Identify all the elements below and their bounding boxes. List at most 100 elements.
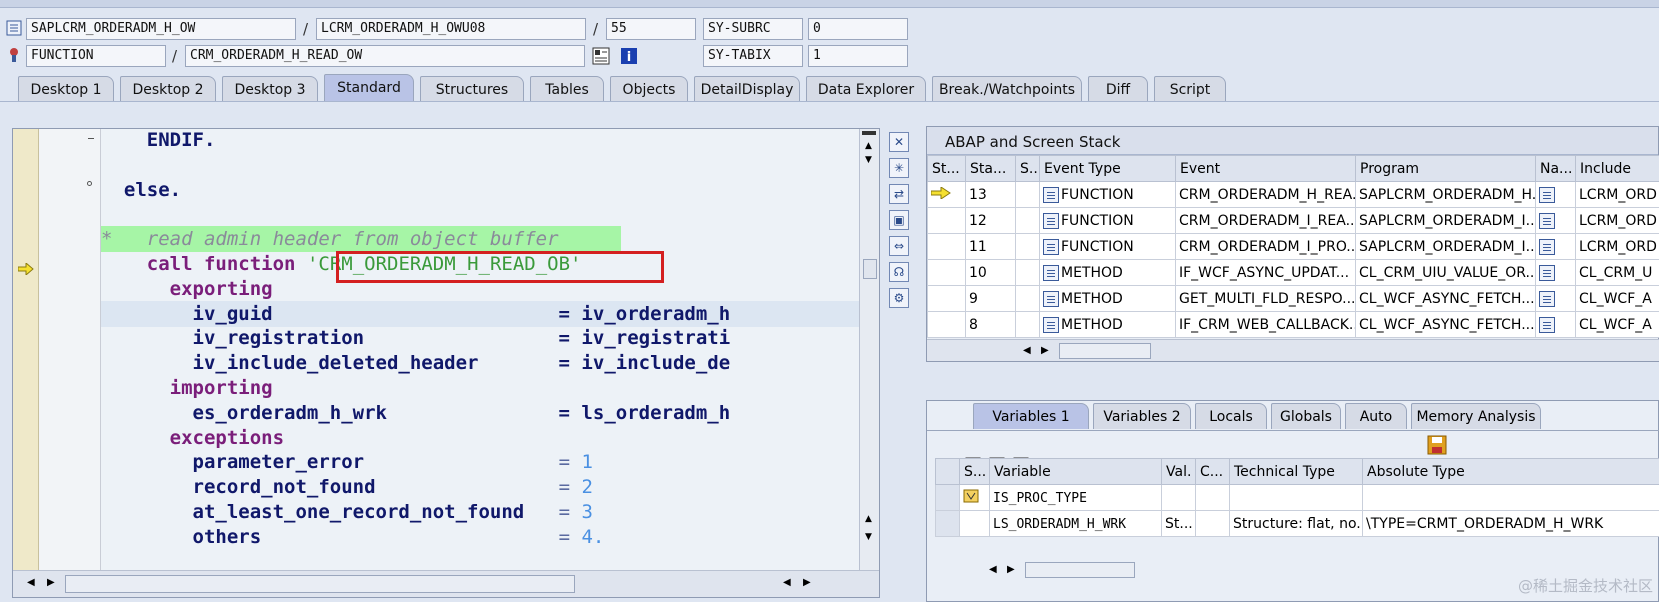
variable-row[interactable]: LS_ORDERADM_H_WRK St... Structure: flat, n… <box>935 510 1659 537</box>
scroll-right-icon[interactable]: ▶ <box>1041 345 1049 356</box>
function-name-field[interactable]: CRM_ORDERADM_H_READ_OW <box>185 45 585 67</box>
tab-structures[interactable]: Structures <box>420 76 524 102</box>
scroll-right-icon[interactable]: ▶ <box>1007 564 1015 575</box>
stack-cell[interactable] <box>927 285 966 312</box>
stack-cell[interactable] <box>927 233 966 260</box>
settings-tool-icon[interactable]: ⚙ <box>889 288 909 308</box>
stack-cell[interactable]: CRM_ORDERADM_H_REA... <box>1175 181 1356 208</box>
stack-cell[interactable] <box>927 259 966 286</box>
stack-row[interactable]: 13 FUNCTION CRM_ORDERADM_H_REA... SAPLCRM_O… <box>927 181 1659 208</box>
stack-cell[interactable] <box>1535 181 1576 208</box>
tab-objects[interactable]: Objects <box>610 76 688 102</box>
vars-tab-auto[interactable]: Auto <box>1345 403 1407 429</box>
variable-cell[interactable] <box>1195 510 1230 537</box>
stack-column-header[interactable]: Event Type <box>1039 155 1176 182</box>
stack-cell[interactable]: CL_WCF_A <box>1575 311 1659 338</box>
variable-cell[interactable]: IS_PROC_TYPE <box>989 484 1162 511</box>
navigate-source-icon[interactable] <box>1539 264 1555 281</box>
scroll-right-icon[interactable]: ▶ <box>47 577 55 588</box>
service-tool-icon[interactable]: ☊ <box>889 262 909 282</box>
stack-cell[interactable] <box>927 207 966 234</box>
tab-standard[interactable]: Standard <box>324 74 414 102</box>
stack-row[interactable]: 12 FUNCTION CRM_ORDERADM_I_REA... SAPLCRM_O… <box>927 207 1659 234</box>
vars-tab-memory-analysis[interactable]: Memory Analysis <box>1411 403 1541 429</box>
stack-cell[interactable] <box>1015 233 1040 260</box>
code-line[interactable]: parameter_error = 1 <box>101 449 871 475</box>
tab-desktop-1[interactable]: Desktop 1 <box>18 76 114 102</box>
stack-cell[interactable]: 11 <box>965 233 1016 260</box>
stack-cell[interactable]: CRM_ORDERADM_I_PRO... <box>1175 233 1356 260</box>
code-line[interactable]: iv_registration = iv_registrati <box>101 325 871 351</box>
code-line[interactable]: at_least_one_record_not_found = 3 <box>101 499 871 525</box>
tab-desktop-3[interactable]: Desktop 3 <box>222 76 318 102</box>
tab-diff[interactable]: Diff <box>1088 76 1148 102</box>
stack-horizontal-scrollbar[interactable]: ◀ ▶ <box>927 339 1659 361</box>
editor-horizontal-scrollbar[interactable]: ◀ ▶ ◀ ▶ <box>13 570 879 597</box>
scroll-thumb[interactable] <box>1025 562 1135 578</box>
stack-cell[interactable] <box>1535 207 1576 234</box>
stack-cell[interactable]: LCRM_ORD <box>1575 181 1659 208</box>
close-icon[interactable]: ✕ <box>889 132 909 152</box>
variable-cell[interactable] <box>935 484 960 511</box>
stack-cell[interactable] <box>1535 233 1576 260</box>
stack-cell[interactable]: IF_WCF_ASYNC_UPDAT... <box>1175 259 1356 286</box>
stack-row[interactable]: 8 METHOD IF_CRM_WEB_CALLBACK... CL_WCF_ASYN… <box>927 311 1659 338</box>
stack-cell[interactable]: GET_MULTI_FLD_RESPO... <box>1175 285 1356 312</box>
swap-tool-icon[interactable]: ⇔ <box>889 236 909 256</box>
stack-cell[interactable] <box>1015 181 1040 208</box>
stack-cell[interactable] <box>1015 311 1040 338</box>
code-line[interactable]: iv_include_deleted_header = iv_include_d… <box>101 350 871 376</box>
variables-column-header[interactable]: S... <box>959 458 990 485</box>
stack-row[interactable]: 10 METHOD IF_WCF_ASYNC_UPDAT... CL_CRM_UIU_… <box>927 259 1659 286</box>
stack-cell[interactable]: CL_CRM_UIU_VALUE_OR... <box>1355 259 1536 286</box>
tab-tables[interactable]: Tables <box>530 76 604 102</box>
stack-row[interactable]: 11 FUNCTION CRM_ORDERADM_I_PRO... SAPLCRM_O… <box>927 233 1659 260</box>
save-icon[interactable] <box>1427 435 1447 459</box>
fold-marker-icon[interactable] <box>87 181 92 186</box>
tab-data-explorer[interactable]: Data Explorer <box>806 76 926 102</box>
stack-cell[interactable] <box>927 311 966 338</box>
stack-cell[interactable] <box>1535 285 1576 312</box>
scroll-up-icon[interactable]: ▲ <box>865 514 872 524</box>
vars-tab-locals[interactable]: Locals <box>1195 403 1267 429</box>
stack-cell[interactable] <box>1015 207 1040 234</box>
navigate-source-icon[interactable] <box>1539 316 1555 333</box>
line-field[interactable]: 55 <box>606 18 696 40</box>
variable-cell[interactable] <box>935 510 960 537</box>
code-line[interactable]: * read admin header from object buffer <box>101 226 621 253</box>
stack-column-header[interactable]: S.. <box>1015 155 1040 182</box>
stack-column-header[interactable]: Include <box>1575 155 1659 182</box>
scroll-thumb[interactable] <box>65 575 575 593</box>
code-line[interactable] <box>101 201 871 227</box>
stack-cell[interactable]: 12 <box>965 207 1016 234</box>
stack-cell[interactable]: LCRM_ORD <box>1575 207 1659 234</box>
tab-script[interactable]: Script <box>1154 76 1226 102</box>
code-line[interactable]: others = 4. <box>101 524 871 550</box>
stack-column-header[interactable]: Na... <box>1535 155 1576 182</box>
variable-cell[interactable] <box>959 484 990 511</box>
navigate-source-icon[interactable] <box>1539 212 1555 229</box>
code-line[interactable]: exceptions <box>101 425 871 451</box>
variables-column-header[interactable]: Technical Type <box>1229 458 1363 485</box>
variable-cell[interactable] <box>1229 484 1363 511</box>
stack-cell[interactable]: FUNCTION <box>1039 207 1176 234</box>
navigate-source-icon[interactable] <box>1539 290 1555 307</box>
stack-column-header[interactable]: Sta... <box>965 155 1016 182</box>
scroll-down-icon[interactable]: ▼ <box>865 532 872 542</box>
breakpoint-gutter[interactable] <box>13 129 39 570</box>
stack-cell[interactable] <box>1535 311 1576 338</box>
variable-cell[interactable]: St... <box>1161 510 1196 537</box>
variables-column-header[interactable]: Absolute Type <box>1362 458 1659 485</box>
stack-column-header[interactable]: Event <box>1175 155 1356 182</box>
stack-cell[interactable]: CL_WCF_ASYNC_FETCH... <box>1355 311 1536 338</box>
stack-row[interactable]: 9 METHOD GET_MULTI_FLD_RESPO... CL_WCF_ASYN… <box>927 285 1659 312</box>
stack-cell[interactable]: CL_WCF_ASYNC_FETCH... <box>1355 285 1536 312</box>
variables-column-header[interactable]: C... <box>1195 458 1230 485</box>
variable-cell[interactable] <box>959 510 990 537</box>
code-area[interactable]: ENDIF. else. * read admin header from obj… <box>87 129 871 570</box>
variable-cell[interactable] <box>1195 484 1230 511</box>
type-field[interactable]: FUNCTION <box>26 45 166 67</box>
variable-cell[interactable] <box>1362 484 1659 511</box>
stack-cell[interactable]: IF_CRM_WEB_CALLBACK... <box>1175 311 1356 338</box>
program-field[interactable]: SAPLCRM_ORDERADM_H_OW <box>26 18 296 40</box>
